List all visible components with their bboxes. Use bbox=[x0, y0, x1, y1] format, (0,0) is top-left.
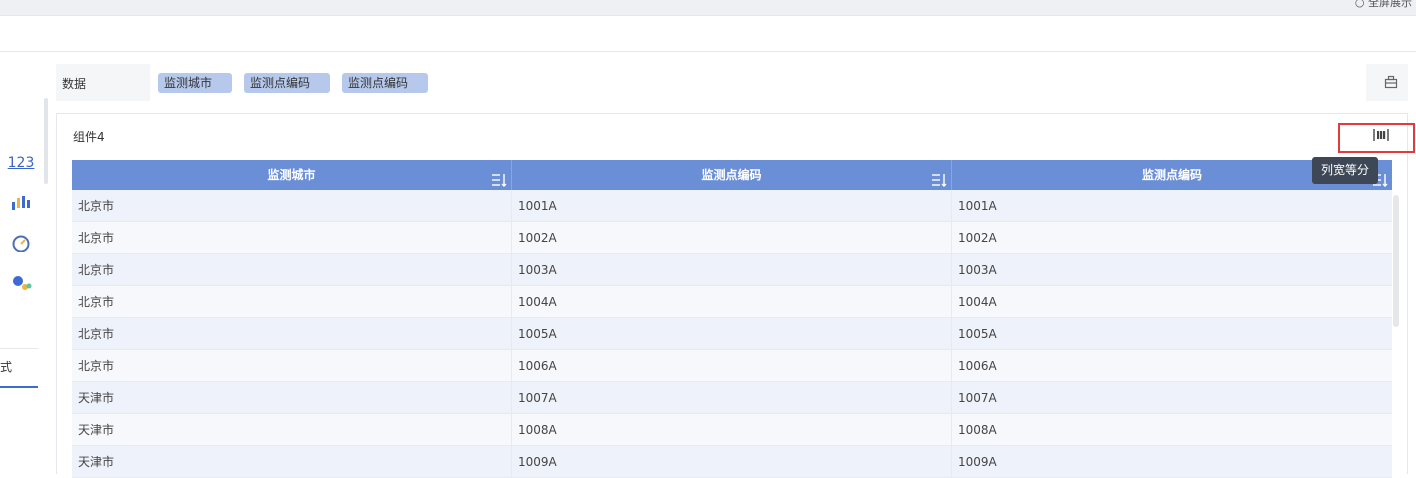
sidebar-scrollbar[interactable] bbox=[44, 98, 48, 184]
cell-code: 1003A bbox=[512, 254, 952, 286]
cell-code: 1004A bbox=[958, 295, 997, 309]
data-fields-bar: 数据 监测城市 监测点编码 监测点编码 bbox=[56, 64, 1408, 101]
cell-city: 北京市 bbox=[72, 350, 512, 382]
field-chip[interactable]: 监测城市 bbox=[158, 73, 232, 93]
cell-code: 1005A bbox=[512, 318, 952, 350]
table-header: 监测城市 监测点编码 监测点编码 bbox=[72, 160, 1392, 190]
cell-city: 北京市 bbox=[72, 254, 512, 286]
column-header-label: 监测点编码 bbox=[1141, 168, 1202, 182]
table-row[interactable]: 北京市 1004A 1004A bbox=[72, 286, 1392, 318]
field-chip[interactable]: 监测点编码 bbox=[342, 73, 428, 93]
component-title: 组件4 bbox=[73, 130, 105, 144]
cell-city: 天津市 bbox=[72, 414, 512, 446]
column-header-label: 监测城市 bbox=[267, 168, 316, 182]
cell-code: 1008A bbox=[512, 414, 952, 446]
table-row[interactable]: 天津市 1009A 1009A bbox=[72, 446, 1392, 478]
cell-city: 北京市 bbox=[72, 318, 512, 350]
data-label: 数据 bbox=[62, 77, 87, 91]
column-header-label: 监测点编码 bbox=[701, 168, 762, 182]
highlight-annotation bbox=[1338, 123, 1415, 153]
cell-code: 1001A bbox=[958, 199, 997, 213]
cell-code: 1006A bbox=[958, 359, 997, 373]
table-row[interactable]: 北京市 1006A 1006A bbox=[72, 350, 1392, 382]
cell-code: 1003A bbox=[958, 263, 997, 277]
cell-city: 北京市 bbox=[72, 286, 512, 318]
left-chart-panel: 123 式 bbox=[0, 52, 48, 474]
fullscreen-link[interactable]: ○ 全屏展示 bbox=[1355, 0, 1412, 10]
column-header[interactable]: 监测城市 bbox=[72, 160, 512, 190]
table-row[interactable]: 天津市 1007A 1007A bbox=[72, 382, 1392, 414]
table-row[interactable]: 北京市 1003A 1003A bbox=[72, 254, 1392, 286]
data-table: 监测城市 监测点编码 监测点编码 北京市 1001A 1001A 北京市 100… bbox=[72, 160, 1392, 478]
sidebar-divider bbox=[0, 348, 38, 349]
cell-city: 天津市 bbox=[72, 382, 512, 414]
tab-style[interactable]: 式 bbox=[0, 358, 12, 375]
table-scrollbar[interactable] bbox=[1393, 195, 1399, 327]
table-row[interactable]: 北京市 1001A 1001A bbox=[72, 190, 1392, 222]
cell-code: 1009A bbox=[512, 446, 952, 478]
column-header[interactable]: 监测点编码 bbox=[512, 160, 952, 190]
field-chip[interactable]: 监测点编码 bbox=[244, 73, 330, 93]
number-icon[interactable]: 123 bbox=[8, 152, 35, 174]
sub-toolbar bbox=[0, 16, 1416, 52]
cell-code: 1004A bbox=[512, 286, 952, 318]
table-row[interactable]: 北京市 1005A 1005A bbox=[72, 318, 1392, 350]
field-drop-area[interactable]: 监测城市 监测点编码 监测点编码 bbox=[150, 64, 1366, 101]
toolbox-icon[interactable] bbox=[1384, 75, 1398, 89]
equal-width-tooltip: 列宽等分 bbox=[1312, 157, 1378, 184]
top-toolbar: ○ 全屏展示 bbox=[0, 0, 1416, 16]
table-row[interactable]: 北京市 1002A 1002A bbox=[72, 222, 1392, 254]
gauge-icon[interactable] bbox=[8, 232, 34, 254]
cell-city: 北京市 bbox=[72, 222, 512, 254]
sort-icon[interactable] bbox=[931, 168, 947, 187]
cell-code: 1001A bbox=[512, 190, 952, 222]
cell-code: 1005A bbox=[958, 327, 997, 341]
cell-code: 1006A bbox=[512, 350, 952, 382]
cell-code: 1008A bbox=[958, 423, 997, 437]
cell-code: 1002A bbox=[512, 222, 952, 254]
tab-style-indicator bbox=[0, 386, 38, 388]
sort-icon[interactable] bbox=[491, 168, 507, 187]
cell-code: 1007A bbox=[512, 382, 952, 414]
table-row[interactable]: 天津市 1008A 1008A bbox=[72, 414, 1392, 446]
scatter-icon[interactable] bbox=[8, 272, 34, 294]
bar-chart-icon[interactable] bbox=[8, 192, 34, 214]
cell-city: 北京市 bbox=[72, 190, 512, 222]
cell-code: 1009A bbox=[958, 455, 997, 469]
cell-code: 1002A bbox=[958, 231, 997, 245]
cell-city: 天津市 bbox=[72, 446, 512, 478]
cell-code: 1007A bbox=[958, 391, 997, 405]
